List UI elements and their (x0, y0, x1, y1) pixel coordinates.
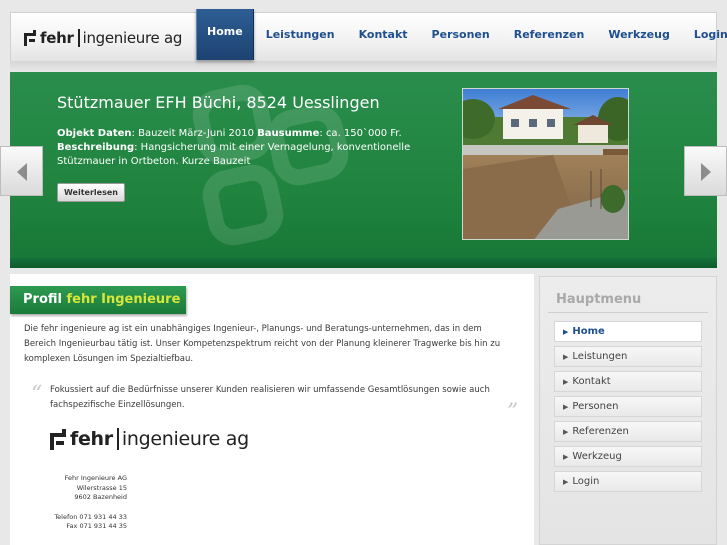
sidebar-item-referenzen[interactable]: ▶ Referenzen (554, 421, 702, 442)
nav-personen[interactable]: Personen (420, 12, 502, 60)
logo-brand-text: fehr (40, 29, 74, 47)
sidebar-item-label: Leistungen (572, 351, 628, 362)
slider-prev-button[interactable] (0, 146, 43, 196)
logo-mark-icon (24, 30, 37, 46)
address-line: Fehr Ingenieure AG (64, 474, 127, 482)
banner-bottom-edge (10, 258, 717, 268)
triangle-right-icon: ▶ (563, 453, 569, 461)
card-brand-text: fehr (70, 428, 113, 450)
profil-highlight: fehr Ingenieure (66, 292, 181, 307)
site-logo[interactable]: fehr ingenieure ag (24, 27, 182, 49)
nav-referenzen[interactable]: Referenzen (502, 12, 597, 60)
weiterlesen-button[interactable]: Weiterlesen (57, 183, 125, 202)
nav-werkzeug[interactable]: Werkzeug (596, 12, 682, 60)
sidebar-item-login[interactable]: ▶ Login (554, 471, 702, 492)
triangle-right-icon: ▶ (563, 378, 569, 386)
sidebar-item-werkzeug[interactable]: ▶ Werkzeug (554, 446, 702, 467)
address-line: Wilerstrasse 15 (76, 483, 127, 492)
sidebar-item-leistungen[interactable]: ▶ Leistungen (554, 346, 702, 367)
objekt-label: Objekt Daten (57, 128, 132, 139)
logo-rest-text: ingenieure ag (82, 29, 183, 47)
card-logo-mark-icon (50, 428, 67, 450)
sidebar-item-label: Home (572, 326, 605, 337)
company-quote: Fokussiert auf die Bedürfnisse unserer K… (50, 385, 490, 410)
triangle-right-icon: ▶ (563, 428, 569, 436)
sidebar-item-label: Personen (572, 401, 619, 412)
card-logo-divider (116, 428, 119, 450)
chevron-right-icon (701, 163, 711, 181)
objekt-text: Bauzeit März-Juni 2010 (138, 128, 254, 139)
sidebar-item-label: Werkzeug (572, 451, 622, 462)
sidebar-item-home[interactable]: ▶ Home (554, 321, 702, 342)
nav-leistungen[interactable]: Leistungen (254, 12, 347, 60)
construction-site-image (463, 89, 628, 239)
business-card-logo: fehr ingenieure ag (50, 428, 249, 450)
company-address: Fehr Ingenieure AG Wilerstrasse 15 9602 … (50, 474, 127, 532)
triangle-right-icon: ▶ (563, 478, 569, 486)
sidebar-title: Hauptmenu (556, 292, 642, 307)
chevron-left-icon (17, 163, 27, 181)
nav-login[interactable]: Login (682, 12, 727, 60)
company-intro: Die fehr ingenieure ag ist ein unabhängi… (24, 324, 501, 364)
fax-number: Fax 071 931 44 35 (66, 522, 127, 530)
triangle-right-icon: ▶ (563, 403, 569, 411)
bausumme-label: Bausumme (257, 128, 320, 139)
nav-kontakt[interactable]: Kontakt (347, 12, 420, 60)
logo-divider (77, 29, 80, 47)
project-photo[interactable] (462, 88, 629, 240)
address-line: 9602 Bazenheid (74, 493, 127, 501)
sidebar-divider (548, 312, 708, 313)
triangle-right-icon: ▶ (563, 328, 569, 336)
banner-title: Stützmauer EFH Büchi, 8524 Uesslingen (57, 93, 380, 112)
phone-number: Telefon 071 931 44 33 (54, 512, 127, 521)
sidebar-item-kontakt[interactable]: ▶ Kontakt (554, 371, 702, 392)
main-navigation: Home Leistungen Kontakt Personen Referen… (196, 9, 727, 60)
sidebar-item-label: Kontakt (572, 376, 611, 387)
sidebar-item-personen[interactable]: ▶ Personen (554, 396, 702, 417)
beschreibung-label: Beschreibung (57, 142, 135, 153)
sidebar-item-label: Referenzen (572, 426, 629, 437)
sidebar-item-label: Login (572, 476, 600, 487)
card-rest-text: ingenieure ag (121, 428, 249, 450)
quote-close-icon: ” (507, 400, 519, 425)
quote-open-icon: “ (31, 382, 43, 407)
triangle-right-icon: ▶ (563, 353, 569, 361)
slider-next-button[interactable] (684, 146, 727, 196)
banner-description: Objekt Daten: Bauzeit März-Juni 2010 Bau… (57, 128, 411, 167)
profil-label: Profil (23, 292, 62, 307)
nav-home[interactable]: Home (196, 9, 254, 60)
profil-heading: Profil fehr Ingenieure (10, 286, 186, 314)
bausumme-text: ca. 150`000 Fr. (325, 128, 402, 139)
